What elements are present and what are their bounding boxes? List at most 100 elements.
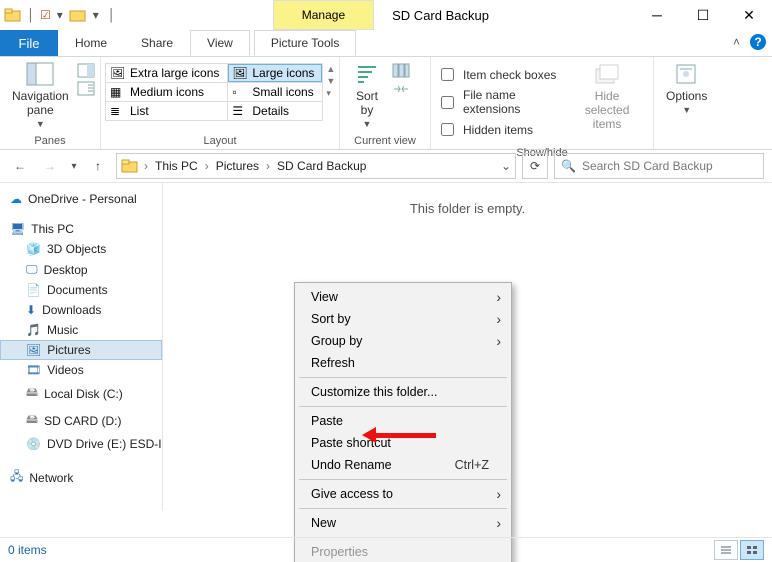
tab-view[interactable]: View — [190, 30, 250, 56]
address-dropdown-icon[interactable]: ⌄ — [501, 159, 511, 173]
breadcrumb[interactable]: This PC — [153, 159, 200, 173]
help-icon[interactable]: ? — [750, 34, 766, 50]
layout-details[interactable]: ☰Details — [228, 102, 323, 121]
titlebar-sep: │ — [105, 8, 119, 22]
tree-downloads[interactable]: ⬇Downloads — [0, 300, 162, 320]
download-icon: ⬇ — [26, 303, 36, 317]
ctx-group-by[interactable]: Group by — [297, 330, 509, 352]
tree-documents[interactable]: 📄Documents — [0, 280, 162, 300]
breadcrumb[interactable]: Pictures — [214, 159, 261, 173]
qat-check-icon[interactable]: ☑ — [40, 8, 51, 22]
ctx-undo-rename[interactable]: Undo RenameCtrl+Z — [297, 454, 509, 476]
preview-pane-icon[interactable] — [77, 63, 95, 78]
search-icon: 🔍 — [561, 159, 576, 173]
refresh-button[interactable]: ⟳ — [522, 153, 548, 179]
file-name-extensions-toggle[interactable]: File name extensions — [437, 86, 567, 118]
ctx-refresh[interactable]: Refresh — [297, 352, 509, 374]
music-icon: 🎵 — [26, 323, 41, 337]
up-button[interactable]: ↑ — [86, 154, 110, 178]
details-pane-icon[interactable] — [77, 81, 95, 96]
disk-icon: 🖴 — [26, 410, 38, 431]
ctx-paste-shortcut[interactable]: Paste shortcut — [297, 432, 509, 454]
navigation-tree[interactable]: ☁OneDrive - Personal 🖥This PC 🧊3D Object… — [0, 183, 163, 511]
tree-music[interactable]: 🎵Music — [0, 320, 162, 340]
view-large-icons-button[interactable] — [740, 540, 764, 560]
chevron-down-icon: ▼ — [363, 119, 372, 129]
options-button[interactable]: Options ▼ — [660, 61, 713, 115]
close-button[interactable]: ✕ — [726, 0, 772, 30]
status-item-count: 0 items — [8, 543, 47, 557]
group-label-panes: Panes — [0, 133, 100, 149]
chevron-down-icon: ▼ — [36, 119, 45, 129]
tab-picture-tools[interactable]: Picture Tools — [254, 30, 356, 56]
sort-by-button[interactable]: Sort by ▼ — [346, 61, 388, 129]
maximize-button[interactable]: ☐ — [680, 0, 726, 30]
ribbon-collapse-icon[interactable]: ˄ — [733, 35, 740, 49]
layout-list[interactable]: ≣List — [106, 102, 228, 121]
ctx-give-access-to[interactable]: Give access to — [297, 483, 509, 505]
search-input[interactable]: 🔍 Search SD Card Backup — [554, 153, 764, 179]
add-columns-icon[interactable] — [392, 63, 410, 78]
desktop-icon: 🖵 — [26, 262, 38, 277]
search-placeholder: Search SD Card Backup — [582, 159, 713, 173]
tree-videos[interactable]: 🎞Videos — [0, 360, 162, 380]
tab-file[interactable]: File — [0, 30, 58, 56]
sort-icon — [352, 61, 382, 87]
cloud-icon: ☁ — [10, 192, 22, 206]
network-icon: 🖧 — [10, 467, 23, 488]
contextual-tab-manage[interactable]: Manage — [273, 0, 374, 30]
chevron-down-icon[interactable]: ▾ — [53, 8, 67, 22]
tree-local-disk[interactable]: 🖴Local Disk (C:) — [0, 380, 162, 407]
chevron-right-icon[interactable]: › — [202, 159, 212, 173]
tree-this-pc[interactable]: 🖥This PC — [0, 219, 162, 239]
layout-large[interactable]: 🖼Large icons — [228, 64, 323, 83]
tree-onedrive[interactable]: ☁OneDrive - Personal — [0, 189, 162, 209]
group-label-current: Current view — [340, 133, 430, 149]
hide-icon — [592, 61, 622, 87]
chevron-right-icon[interactable]: › — [263, 159, 273, 173]
window-title: SD Card Backup — [374, 0, 507, 30]
tree-desktop[interactable]: 🖵Desktop — [0, 259, 162, 280]
nav-pane-icon — [25, 61, 55, 87]
size-columns-icon[interactable] — [392, 81, 410, 96]
ctx-customize-folder[interactable]: Customize this folder... — [297, 381, 509, 403]
tree-3d-objects[interactable]: 🧊3D Objects — [0, 239, 162, 259]
item-check-boxes-toggle[interactable]: Item check boxes — [437, 63, 567, 86]
hide-selected-button[interactable]: Hide selected items — [567, 61, 647, 131]
ctx-view[interactable]: View — [297, 286, 509, 308]
forward-button[interactable]: → — [38, 154, 62, 178]
tab-home[interactable]: Home — [58, 30, 124, 56]
ctx-new[interactable]: New — [297, 512, 509, 534]
gallery-down-icon[interactable]: ▼ — [325, 75, 336, 87]
layout-small[interactable]: ▫Small icons — [228, 83, 323, 102]
qat-menu-icon[interactable]: ▾ — [89, 8, 103, 22]
tree-sd-card[interactable]: 🖴SD CARD (D:) — [0, 407, 162, 434]
ctx-sort-by[interactable]: Sort by — [297, 308, 509, 330]
minimize-button[interactable]: ─ — [634, 0, 680, 30]
navigation-pane-button[interactable]: Navigation pane ▼ — [6, 61, 75, 129]
folder-icon — [4, 7, 22, 23]
gallery-up-icon[interactable]: ▲ — [325, 63, 336, 75]
address-bar[interactable]: › This PC › Pictures › SD Card Backup ⌄ — [116, 153, 516, 179]
qat-sep-icon: │ — [24, 8, 38, 22]
gallery-more-icon[interactable]: ▾ — [325, 87, 336, 100]
options-icon — [672, 61, 702, 87]
tab-share[interactable]: Share — [124, 30, 190, 56]
back-button[interactable]: ← — [8, 154, 32, 178]
breadcrumb[interactable]: SD Card Backup — [275, 159, 368, 173]
hidden-items-toggle[interactable]: Hidden items — [437, 118, 567, 141]
tree-network[interactable]: 🖧Network — [0, 464, 162, 491]
computer-icon: 🖥 — [10, 222, 25, 236]
context-menu: View Sort by Group by Refresh Customize … — [294, 282, 512, 562]
layout-gallery[interactable]: 🖼Extra large icons 🖼Large icons ▦Medium … — [105, 63, 323, 121]
tree-pictures[interactable]: 🖼Pictures — [0, 340, 162, 360]
view-details-button[interactable] — [714, 540, 738, 560]
layout-medium[interactable]: ▦Medium icons — [106, 83, 228, 102]
recent-dropdown[interactable]: ▾ — [68, 154, 80, 178]
pictures-icon: 🖼 — [26, 343, 41, 357]
disk-icon: 🖴 — [26, 383, 38, 404]
tree-dvd-drive[interactable]: 💿DVD Drive (E:) ESD-IS — [0, 434, 162, 454]
ctx-paste[interactable]: Paste — [297, 410, 509, 432]
chevron-right-icon[interactable]: › — [141, 159, 151, 173]
layout-extra-large[interactable]: 🖼Extra large icons — [106, 64, 228, 83]
